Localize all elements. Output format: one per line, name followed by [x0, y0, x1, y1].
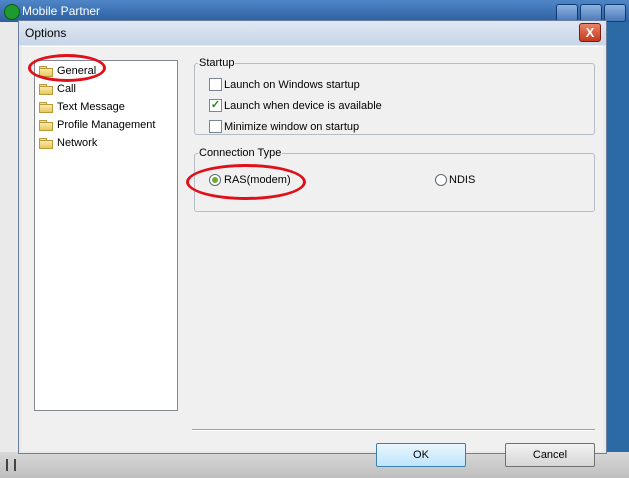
- app-logo-icon: [4, 4, 20, 20]
- nav-item-label: Profile Management: [57, 119, 156, 131]
- options-dialog: Options X General Call Text Message Prof…: [18, 20, 607, 467]
- annotation-circle-ras: [186, 164, 306, 200]
- dialog-close-button[interactable]: X: [579, 23, 601, 42]
- checkbox-unchecked: [209, 78, 222, 91]
- ok-button[interactable]: OK: [376, 443, 466, 467]
- folder-icon: [39, 138, 53, 149]
- app-close-icon[interactable]: [604, 4, 626, 22]
- close-icon: X: [585, 25, 595, 40]
- dialog-title: Options: [25, 26, 67, 40]
- nav-item-label: Call: [57, 83, 76, 95]
- startup-legend: Startup: [198, 56, 236, 70]
- signal-icon: [6, 459, 16, 471]
- cancel-button[interactable]: Cancel: [505, 443, 595, 467]
- dialog-titlebar: Options X: [19, 21, 606, 45]
- options-nav-tree: General Call Text Message Profile Manage…: [34, 60, 178, 411]
- button-separator: [192, 429, 595, 431]
- nav-item-label: Text Message: [57, 101, 125, 113]
- folder-icon: [39, 84, 53, 95]
- radio-unselected-icon: [435, 174, 447, 186]
- checkbox-label: Launch when device is available: [224, 100, 382, 112]
- checkbox-label: Minimize window on startup: [224, 121, 360, 133]
- app-title: Mobile Partner: [22, 4, 101, 18]
- annotation-circle-general: [28, 54, 106, 82]
- startup-group: Startup Launch on Windows startup ✓ Laun…: [194, 56, 595, 135]
- checkmark-icon: ✓: [209, 99, 222, 112]
- checkbox-label: Launch on Windows startup: [224, 79, 360, 91]
- radio-label: NDIS: [449, 174, 476, 186]
- nav-item-label: Network: [57, 137, 98, 149]
- app-side-strip: [0, 22, 18, 452]
- dialog-body: General Call Text Message Profile Manage…: [22, 46, 603, 467]
- checkbox-unchecked: [209, 120, 222, 133]
- app-titlebar: Mobile Partner: [0, 0, 629, 22]
- folder-icon: [39, 102, 53, 113]
- folder-icon: [39, 120, 53, 131]
- connection-type-legend: Connection Type: [198, 146, 283, 160]
